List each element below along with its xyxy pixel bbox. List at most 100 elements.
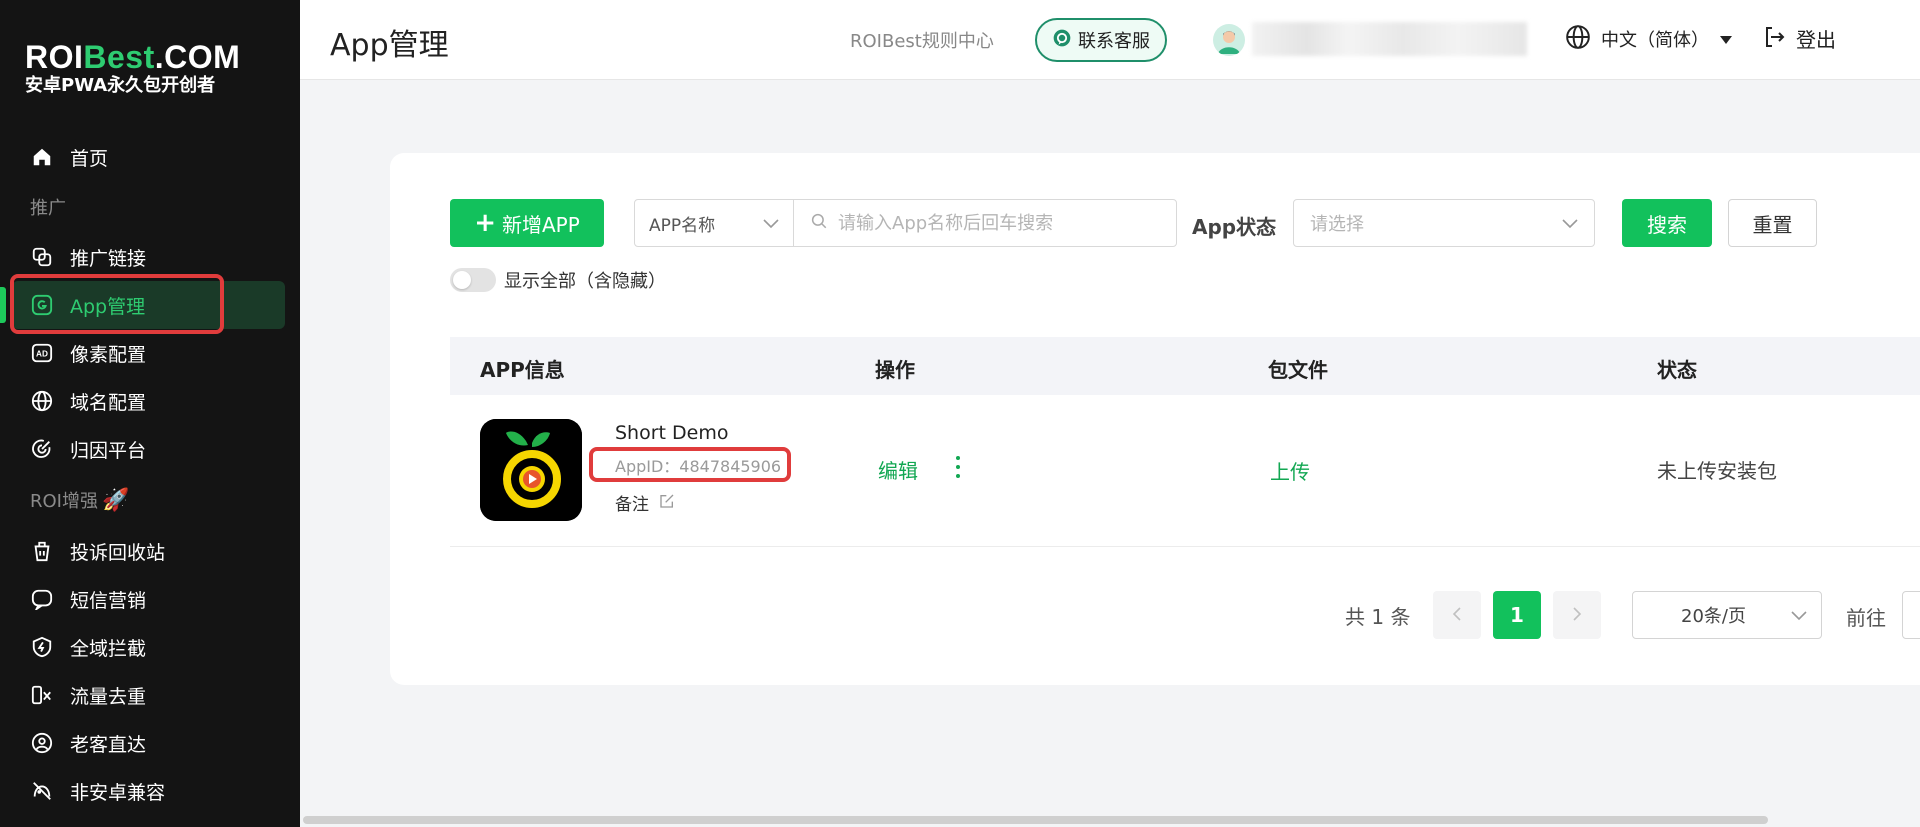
svg-text:AD: AD xyxy=(36,350,48,359)
search-icon xyxy=(810,212,828,234)
sidebar-item-label: 像素配置 xyxy=(70,343,147,366)
search-field-select[interactable]: APP名称 xyxy=(634,199,794,247)
chevron-down-icon xyxy=(1562,214,1578,233)
status-text: 未上传安装包 xyxy=(1657,459,1777,483)
sidebar-item-promo-links[interactable]: 推广链接 xyxy=(12,233,285,281)
sidebar-section-promotion: 推广 xyxy=(30,198,66,219)
logout-button[interactable]: 登出 xyxy=(1762,24,1836,53)
sidebar-item-traffic-dedupe[interactable]: 流量去重 xyxy=(12,671,285,719)
page-title: App管理 xyxy=(330,28,449,63)
user-icon xyxy=(30,731,54,755)
contact-service-label: 联系客服 xyxy=(1078,31,1150,52)
caret-down-icon xyxy=(1719,30,1733,49)
active-indicator xyxy=(0,287,6,323)
search-input[interactable] xyxy=(838,212,1158,234)
sidebar-item-label: 归因平台 xyxy=(70,439,147,462)
app-status-placeholder: 请选择 xyxy=(1310,214,1364,235)
recycle-icon xyxy=(30,539,54,563)
home-icon xyxy=(30,145,54,169)
logo-prefix: ROI xyxy=(25,39,84,75)
horizontal-scrollbar[interactable] xyxy=(300,812,1920,827)
scrollbar-thumb[interactable] xyxy=(303,816,1768,824)
show-all-toggle[interactable] xyxy=(450,268,496,292)
compat-icon xyxy=(30,779,54,803)
pagination-total: 共 1 条 xyxy=(1345,605,1411,629)
sidebar-item-label: App管理 xyxy=(70,295,146,318)
language-label: 中文（简体） xyxy=(1601,30,1709,51)
dedupe-icon xyxy=(30,683,54,707)
sidebar-item-domain-config[interactable]: 域名配置 xyxy=(12,377,285,425)
sidebar: ROIBest.COM 安卓PWA永久包开创者 首页 推广 推广链接 App管理… xyxy=(0,0,300,827)
page-button-current[interactable]: 1 xyxy=(1493,591,1541,639)
sidebar-item-global-block[interactable]: 全域拦截 xyxy=(12,623,285,671)
app-id: AppID：4847845906 xyxy=(615,457,782,476)
sidebar-item-label: 非安卓兼容 xyxy=(70,781,166,804)
sidebar-item-app-management[interactable]: App管理 xyxy=(12,281,285,329)
table-row: Short Demo AppID：4847845906 备注 编辑 上传 未上传… xyxy=(450,395,1920,547)
reset-button[interactable]: 重置 xyxy=(1728,199,1817,247)
next-page-button[interactable] xyxy=(1553,591,1601,639)
section-label: ROI增强 xyxy=(30,491,98,512)
sidebar-item-label: 首页 xyxy=(70,147,109,170)
app-logo-icon xyxy=(480,419,582,521)
avatar[interactable] xyxy=(1213,24,1245,56)
plus-icon: + xyxy=(474,208,496,238)
page-size-select[interactable]: 20条/页 xyxy=(1632,591,1822,639)
app-status-label: App状态 xyxy=(1192,215,1277,239)
sidebar-item-label: 域名配置 xyxy=(70,391,147,414)
toggle-knob xyxy=(453,271,471,289)
goto-label: 前往 xyxy=(1846,606,1886,630)
sidebar-item-label: 推广链接 xyxy=(70,247,147,270)
logo-wordmark: ROIBest.COM xyxy=(25,40,285,74)
sidebar-section-roi-boost: ROI增强 🚀 xyxy=(30,487,129,513)
column-package: 包文件 xyxy=(1268,358,1328,382)
message-icon xyxy=(30,587,54,611)
show-all-label: 显示全部（含隐藏） xyxy=(504,271,666,292)
table-header: APP信息 操作 包文件 状态 xyxy=(450,337,1920,395)
sidebar-item-sms-marketing[interactable]: 短信营销 xyxy=(12,575,285,623)
add-app-label: 新增APP xyxy=(501,212,580,237)
rules-center-link[interactable]: ROIBest规则中心 xyxy=(850,27,994,53)
contact-service-button[interactable]: 联系客服 xyxy=(1035,18,1167,62)
add-app-button[interactable]: + 新增APP xyxy=(450,199,604,247)
column-status: 状态 xyxy=(1657,358,1697,382)
ad-icon: AD xyxy=(30,341,54,365)
logo-tagline: 安卓PWA永久包开创者 xyxy=(25,75,216,96)
search-field-value: APP名称 xyxy=(649,215,716,236)
app-name: Short Demo xyxy=(615,422,729,444)
prev-page-button[interactable] xyxy=(1433,591,1481,639)
edit-note-icon xyxy=(659,493,675,513)
chevron-down-icon xyxy=(1791,606,1807,625)
sidebar-item-pixel-config[interactable]: AD 像素配置 xyxy=(12,329,285,377)
app-status-select[interactable]: 请选择 xyxy=(1293,199,1595,247)
language-selector[interactable]: 中文（简体） xyxy=(1565,24,1733,54)
sidebar-item-label: 流量去重 xyxy=(70,685,147,708)
logo-highlight: Best xyxy=(83,39,155,75)
upload-package-button[interactable]: 上传 xyxy=(1270,456,1310,485)
sidebar-item-non-android[interactable]: 非安卓兼容 xyxy=(12,767,285,815)
app-icon xyxy=(30,293,54,317)
app-list-card: + 新增APP APP名称 App状态 请选择 搜索 重置 显示全部（含隐藏） … xyxy=(390,153,1920,685)
sidebar-item-attribution[interactable]: 归因平台 xyxy=(12,425,285,473)
column-app-info: APP信息 xyxy=(480,358,565,382)
top-header: App管理 ROIBest规则中心 联系客服 中文（简体） 登出 xyxy=(300,0,1920,80)
sidebar-item-label: 全域拦截 xyxy=(70,637,147,660)
brand-logo[interactable]: ROIBest.COM 安卓PWA永久包开创者 xyxy=(25,40,285,98)
remark-edit[interactable]: 备注 xyxy=(615,490,675,515)
logout-icon xyxy=(1762,25,1786,53)
target-icon xyxy=(30,437,54,461)
search-button[interactable]: 搜索 xyxy=(1622,199,1712,247)
globe-icon xyxy=(30,389,54,413)
sidebar-item-home[interactable]: 首页 xyxy=(12,133,285,181)
sidebar-item-label: 短信营销 xyxy=(70,589,147,612)
column-actions: 操作 xyxy=(875,358,915,382)
more-options-icon[interactable] xyxy=(952,453,964,481)
globe-icon xyxy=(1565,24,1591,54)
user-name-blurred xyxy=(1252,22,1527,56)
shield-icon xyxy=(30,635,54,659)
sidebar-item-returning-customers[interactable]: 老客直达 xyxy=(12,719,285,767)
edit-button[interactable]: 编辑 xyxy=(878,455,918,484)
goto-page-input[interactable] xyxy=(1902,591,1920,639)
sidebar-item-complaint-recycle[interactable]: 投诉回收站 xyxy=(12,527,285,575)
sidebar-item-label: 老客直达 xyxy=(70,733,147,756)
